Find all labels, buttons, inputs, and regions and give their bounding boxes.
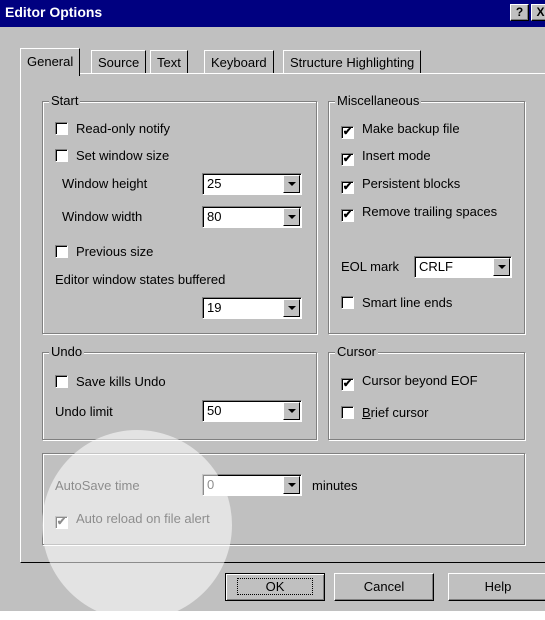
checkbox-label: Cursor beyond EOF — [362, 373, 478, 388]
combo-value: 19 — [207, 300, 222, 315]
tab-source[interactable]: Source — [91, 50, 147, 74]
brief-cursor-checkbox[interactable]: Brief cursor — [341, 405, 428, 420]
checkbox-label: Smart line ends — [362, 295, 453, 310]
autosave-group — [42, 453, 525, 545]
persistent-blocks-checkbox[interactable]: ✔ Persistent blocks — [341, 176, 460, 194]
cursor-group: Cursor — [328, 344, 525, 440]
undo-limit-label: Undo limit — [55, 404, 113, 419]
chevron-down-icon[interactable] — [283, 208, 300, 226]
autosave-unit: minutes — [312, 478, 358, 493]
remove-trailing-checkbox[interactable]: ✔ Remove trailing spaces — [341, 204, 497, 222]
checkbox-label: Auto reload on file alert — [76, 511, 210, 526]
help-button[interactable]: Help — [448, 573, 545, 601]
chevron-down-icon[interactable] — [283, 299, 300, 317]
mnemonic-letter: B — [362, 405, 371, 420]
checkbox-label: Save kills Undo — [76, 374, 166, 389]
checkbox-label: Insert mode — [362, 148, 431, 163]
previous-size-checkbox[interactable]: Previous size — [55, 244, 153, 259]
combo-value: 25 — [207, 176, 222, 191]
combo-value: 80 — [207, 209, 222, 224]
help-icon[interactable]: ? — [510, 4, 529, 21]
checkbox-box — [55, 122, 68, 135]
save-kills-undo-checkbox[interactable]: Save kills Undo — [55, 374, 166, 389]
ok-label: OK — [236, 578, 314, 595]
checkbox-box — [341, 296, 354, 309]
window-height-combo[interactable]: 25 — [202, 173, 302, 195]
check-icon: ✔ — [341, 378, 354, 391]
states-buffered-combo[interactable]: 19 — [202, 297, 302, 319]
window-width-label: Window width — [62, 209, 143, 224]
read-only-notify-checkbox[interactable]: Read-only notify — [55, 121, 170, 136]
ok-button[interactable]: OK — [225, 573, 325, 601]
checkbox-box — [55, 245, 68, 258]
auto-reload-checkbox[interactable]: ✔ Auto reload on file alert — [55, 511, 210, 529]
check-icon: ✔ — [341, 153, 354, 166]
combo-value: CRLF — [419, 259, 453, 274]
checkbox-label: Set window size — [76, 148, 170, 163]
checkbox-box — [55, 149, 68, 162]
miscellaneous-legend: Miscellaneous — [335, 93, 422, 108]
checkbox-label: rief cursor — [370, 405, 429, 420]
undo-limit-combo[interactable]: 50 — [202, 400, 302, 422]
close-icon[interactable]: X — [531, 4, 545, 21]
eol-mark-label: EOL mark — [341, 259, 400, 274]
check-icon: ✔ — [55, 516, 68, 529]
window-height-label: Window height — [62, 176, 148, 191]
autosave-label: AutoSave time — [55, 478, 140, 493]
eol-mark-combo[interactable]: CRLF — [414, 256, 512, 278]
start-legend: Start — [49, 93, 81, 108]
title-bar: Editor Options ? X — [0, 0, 545, 27]
window-width-combo[interactable]: 80 — [202, 206, 302, 228]
dialog-title: Editor Options — [5, 4, 103, 20]
chevron-down-icon[interactable] — [283, 476, 300, 494]
states-buffered-label: Editor window states buffered — [55, 272, 226, 287]
tab-general[interactable]: General — [20, 48, 81, 76]
editor-options-dialog: Editor Options ? X General Source Text K… — [0, 0, 545, 620]
combo-value: 50 — [207, 403, 222, 418]
insert-mode-checkbox[interactable]: ✔ Insert mode — [341, 148, 431, 166]
tab-text[interactable]: Text — [150, 50, 188, 74]
checkbox-box — [55, 375, 68, 388]
cancel-button[interactable]: Cancel — [334, 573, 434, 601]
cursor-legend: Cursor — [335, 344, 379, 359]
set-window-size-checkbox[interactable]: Set window size — [55, 148, 169, 163]
check-icon: ✔ — [341, 181, 354, 194]
tab-structure-highlighting[interactable]: Structure Highlighting — [283, 50, 422, 74]
undo-legend: Undo — [49, 344, 85, 359]
checkbox-box — [341, 406, 354, 419]
smart-line-ends-checkbox[interactable]: Smart line ends — [341, 295, 452, 310]
checkbox-label: Persistent blocks — [362, 176, 461, 191]
check-icon: ✔ — [341, 126, 354, 139]
checkbox-label: Remove trailing spaces — [362, 204, 498, 219]
make-backup-checkbox[interactable]: ✔ Make backup file — [341, 121, 460, 139]
chevron-down-icon[interactable] — [283, 175, 300, 193]
tab-keyboard[interactable]: Keyboard — [204, 50, 274, 74]
autosave-combo[interactable]: 0 — [202, 474, 302, 496]
cursor-beyond-eof-checkbox[interactable]: ✔ Cursor beyond EOF — [341, 373, 478, 391]
checkbox-label: Read-only notify — [76, 121, 170, 136]
checkbox-label: Previous size — [76, 244, 154, 259]
checkbox-label: Make backup file — [362, 121, 460, 136]
chevron-down-icon[interactable] — [283, 402, 300, 420]
combo-value: 0 — [207, 477, 215, 492]
undo-group: Undo — [42, 344, 317, 440]
check-icon: ✔ — [341, 209, 354, 222]
chevron-down-icon[interactable] — [493, 258, 510, 276]
